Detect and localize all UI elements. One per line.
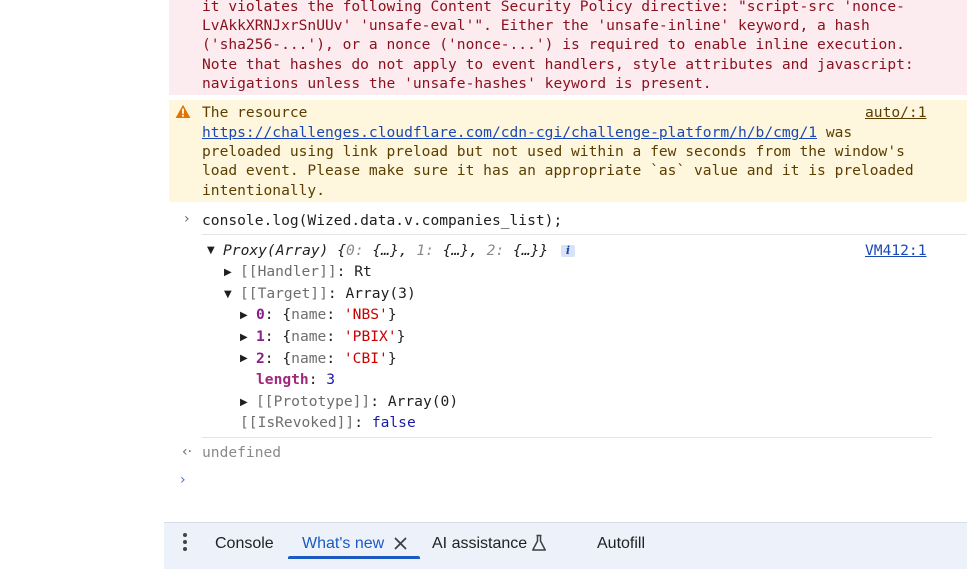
- warning-line: intentionally.: [202, 182, 326, 199]
- preload-warning-message: The resource auto/:1 https://challenges.…: [169, 100, 967, 202]
- active-tab-indicator: [288, 556, 420, 559]
- warning-source-link[interactable]: auto/:1: [865, 103, 927, 122]
- expand-triangle-icon[interactable]: ▶: [240, 397, 248, 408]
- collapse-triangle-icon[interactable]: ▼: [224, 289, 232, 300]
- error-line: navigations unless the 'unsafe-hashes' k…: [202, 75, 712, 92]
- proxy-target-row[interactable]: [[Target]]: Array(3): [240, 284, 416, 303]
- expand-triangle-icon[interactable]: ▶: [240, 310, 248, 321]
- proxy-handler-row[interactable]: [[Handler]]: Rt: [240, 262, 372, 281]
- proxy-summary[interactable]: Proxy(Array) {0: {…}, 1: {…}, 2: {…}}: [223, 241, 548, 260]
- warning-triangle-icon: [175, 104, 191, 118]
- return-arrow-icon: ‹·: [182, 444, 193, 460]
- drawer-tab-bar: Console What's new AI assistance Autofil…: [164, 522, 967, 569]
- warning-line: preloaded using link preload but not use…: [202, 143, 905, 160]
- info-icon[interactable]: i: [561, 245, 575, 257]
- proxy-type: Proxy(Array): [223, 242, 329, 259]
- array-item-row[interactable]: 1: {name: 'PBIX'}: [256, 327, 405, 346]
- error-line: ('sha256-...'), or a nonce ('nonce-...')…: [202, 36, 905, 53]
- tab-whats-new-label: What's new: [302, 535, 385, 552]
- warning-url-suffix: was: [817, 124, 853, 141]
- divider: [202, 234, 967, 235]
- error-line: Note that hashes do not apply to event h…: [202, 56, 914, 73]
- close-icon[interactable]: [394, 537, 407, 550]
- expand-triangle-icon[interactable]: ▶: [240, 332, 248, 343]
- csp-error-message: it violates the following Content Securi…: [169, 0, 967, 95]
- warning-prefix: The resource: [202, 104, 308, 121]
- console-command[interactable]: console.log(Wized.data.v.companies_list)…: [202, 211, 562, 230]
- expand-triangle-icon[interactable]: ▶: [240, 353, 248, 364]
- proxy-source-link[interactable]: VM412:1: [865, 241, 927, 260]
- tab-whats-new[interactable]: What's new: [302, 535, 384, 553]
- prototype-row[interactable]: [[Prototype]]: Array(0): [256, 392, 458, 411]
- warning-line: load event. Please make sure it has an a…: [202, 162, 914, 179]
- collapse-triangle-icon[interactable]: ▼: [207, 245, 215, 256]
- console-prompt-icon[interactable]: ›: [180, 472, 186, 488]
- array-item-row[interactable]: 2: {name: 'CBI'}: [256, 349, 397, 368]
- error-line: LvAkkXRNJxrSnUUv' 'unsafe-eval'". Either…: [202, 17, 870, 34]
- tab-autofill[interactable]: Autofill: [597, 535, 645, 553]
- more-options-icon[interactable]: [182, 533, 188, 555]
- expand-triangle-icon[interactable]: ▶: [224, 267, 232, 278]
- console-panel: it violates the following Content Securi…: [164, 0, 967, 569]
- is-revoked-row: [[IsRevoked]]: false: [240, 414, 416, 431]
- array-length-row: length: 3: [256, 371, 336, 388]
- return-value: undefined: [202, 444, 282, 461]
- warning-url-link[interactable]: https://challenges.cloudflare.com/cdn-cg…: [202, 124, 817, 141]
- array-item-row[interactable]: 0: {name: 'NBS'}: [256, 305, 397, 324]
- error-line: it violates the following Content Securi…: [202, 0, 905, 15]
- flask-icon: [532, 534, 546, 551]
- tab-ai-assistance[interactable]: AI assistance: [432, 535, 527, 553]
- input-chevron-icon: ›: [184, 211, 190, 227]
- tab-console[interactable]: Console: [215, 535, 274, 553]
- divider: [202, 437, 932, 438]
